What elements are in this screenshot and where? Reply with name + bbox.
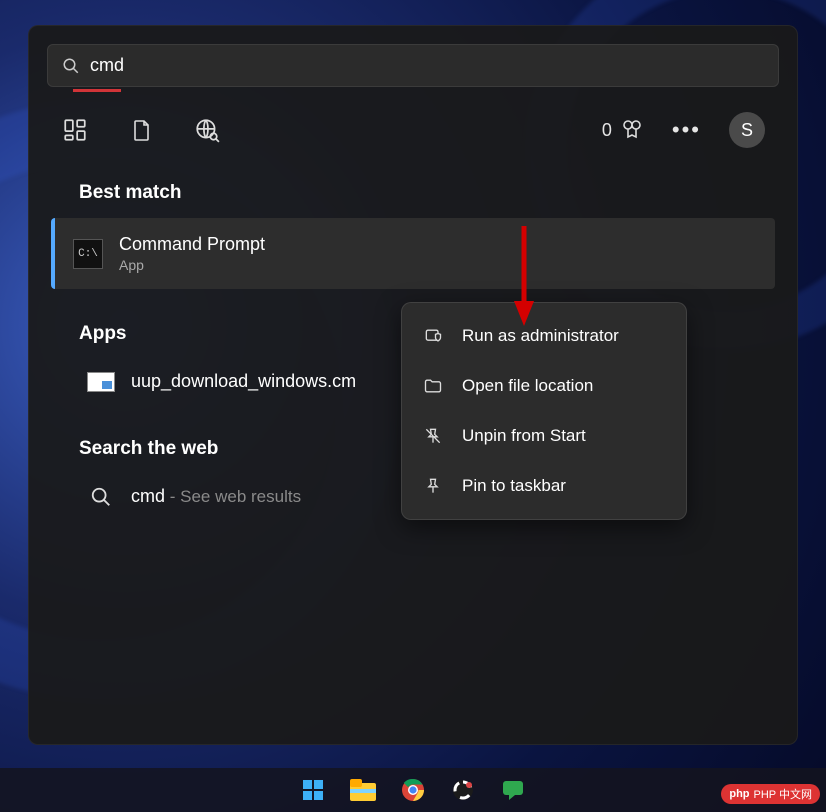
- taskbar: [0, 768, 826, 812]
- filter-row: 0 ••• S: [29, 92, 797, 148]
- rewards-badge[interactable]: 0: [602, 118, 644, 142]
- unpin-icon: [422, 425, 444, 447]
- taskbar-app-icon[interactable]: [449, 776, 477, 804]
- pin-icon: [422, 475, 444, 497]
- taskbar-start-icon[interactable]: [299, 776, 327, 804]
- medal-icon: [620, 118, 644, 142]
- web-term: cmd: [131, 486, 165, 506]
- folder-icon: [422, 375, 444, 397]
- taskbar-explorer-icon[interactable]: [349, 776, 377, 804]
- web-suffix: - See web results: [165, 487, 301, 506]
- menu-run-as-admin[interactable]: Run as administrator: [402, 311, 686, 361]
- menu-label: Open file location: [462, 376, 593, 396]
- menu-label: Run as administrator: [462, 326, 619, 346]
- filter-apps-icon[interactable]: [61, 116, 89, 144]
- menu-unpin-from-start[interactable]: Unpin from Start: [402, 411, 686, 461]
- rewards-count: 0: [602, 120, 612, 141]
- best-match-result[interactable]: C:\ Command Prompt App: [51, 218, 775, 289]
- more-options-icon[interactable]: •••: [672, 117, 701, 143]
- menu-label: Pin to taskbar: [462, 476, 566, 496]
- menu-label: Unpin from Start: [462, 426, 586, 446]
- filter-web-icon[interactable]: [193, 116, 221, 144]
- user-avatar[interactable]: S: [729, 112, 765, 148]
- cmd-file-icon: [87, 372, 115, 392]
- filter-documents-icon[interactable]: [127, 116, 155, 144]
- command-prompt-icon: C:\: [73, 239, 103, 269]
- app-result-label: uup_download_windows.cm: [131, 371, 356, 392]
- context-menu: Run as administrator Open file location …: [401, 302, 687, 520]
- taskbar-chat-icon[interactable]: [499, 776, 527, 804]
- shield-icon: [422, 325, 444, 347]
- taskbar-chrome-icon[interactable]: [399, 776, 427, 804]
- search-input[interactable]: [90, 55, 764, 76]
- search-bar[interactable]: [47, 44, 779, 87]
- menu-open-file-location[interactable]: Open file location: [402, 361, 686, 411]
- menu-pin-to-taskbar[interactable]: Pin to taskbar: [402, 461, 686, 511]
- search-icon: [87, 487, 115, 507]
- watermark-badge: php PHP 中文网: [721, 784, 820, 804]
- result-subtitle: App: [119, 257, 265, 273]
- result-title: Command Prompt: [119, 234, 265, 255]
- section-best-match: Best match: [29, 148, 797, 218]
- search-icon: [62, 57, 80, 75]
- windows-search-panel: 0 ••• S Best match C:\ Command Prompt Ap…: [28, 25, 798, 745]
